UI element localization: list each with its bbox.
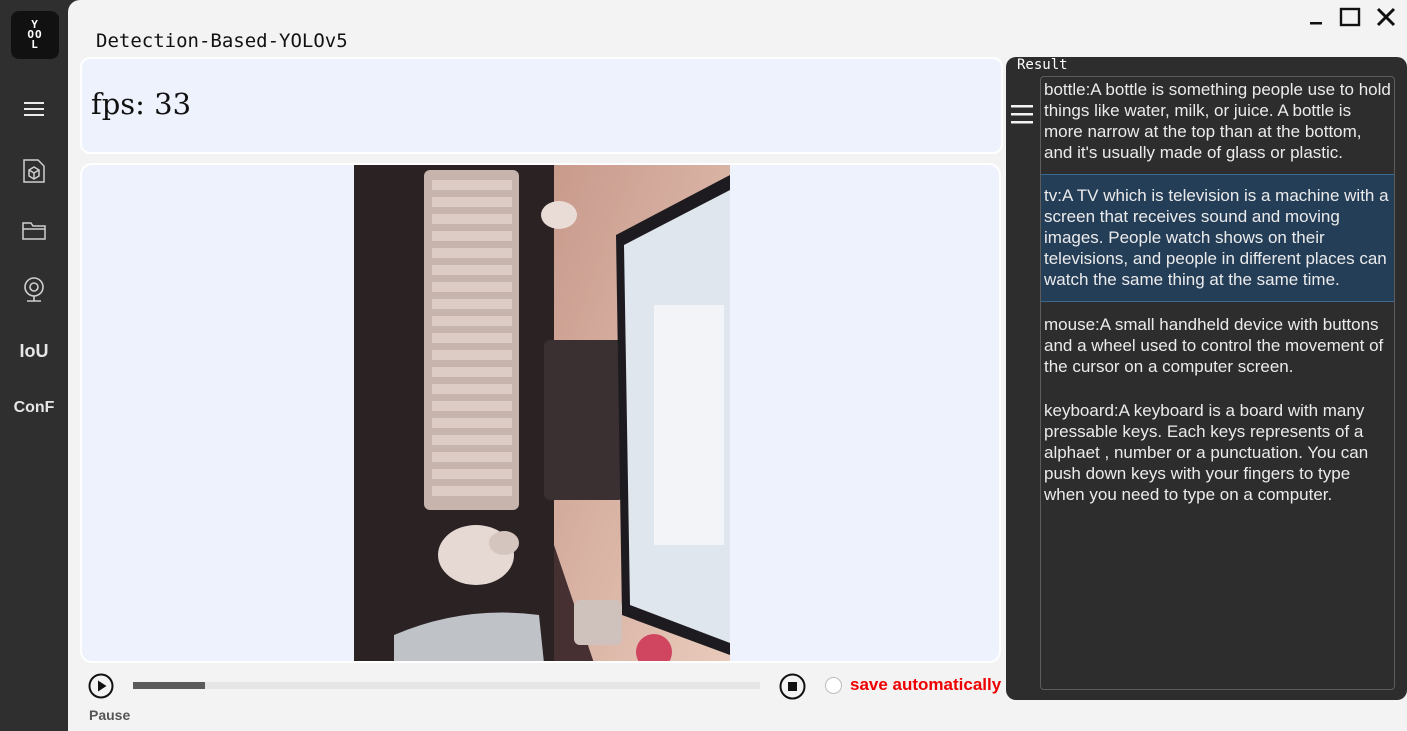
pause-label: Pause [89, 707, 131, 723]
logo-text: Y OO L [27, 18, 43, 51]
result-list[interactable]: bottle:A bottle is something people use … [1040, 76, 1395, 690]
result-item-tv[interactable]: tv:A TV which is television is a machine… [1041, 174, 1394, 302]
hamburger-icon [24, 102, 44, 116]
play-icon [88, 673, 114, 699]
sidebar-conf-button[interactable]: ConF [0, 388, 68, 428]
result-item-keyboard[interactable]: keyboard:A keyboard is a board with many… [1041, 388, 1394, 516]
fps-readout: fps: 33 [91, 87, 192, 121]
sidebar-camera-button[interactable] [0, 269, 68, 309]
result-panel: Result bottle:A bottle is something peop… [1006, 57, 1407, 700]
result-title: Result [1017, 57, 1068, 73]
cube-file-icon [23, 159, 45, 183]
video-panel [80, 163, 1001, 663]
minimize-icon [1310, 22, 1322, 25]
save-auto-radio[interactable] [825, 677, 842, 694]
stop-icon [779, 673, 806, 700]
iou-label: IoU [19, 340, 49, 361]
minimize-button[interactable] [1302, 5, 1330, 29]
progress-fill [133, 682, 206, 689]
sidebar-menu-button[interactable] [0, 89, 68, 129]
sidebar: Y OO L IoU ConF [0, 0, 68, 731]
result-item-mouse[interactable]: mouse:A small handheld device with butto… [1041, 302, 1394, 388]
save-auto-label[interactable]: save automatically [850, 675, 1001, 695]
camera-frame [354, 165, 730, 661]
close-icon [1376, 7, 1396, 27]
folder-icon [22, 222, 46, 240]
maximize-icon [1339, 7, 1361, 27]
progress-bar[interactable] [133, 682, 760, 689]
sidebar-folder-button[interactable] [0, 210, 68, 250]
close-button[interactable] [1372, 5, 1400, 29]
hamburger-icon [1011, 105, 1033, 124]
camera-frame-image [354, 165, 730, 661]
sidebar-model-button[interactable] [0, 151, 68, 191]
app-logo: Y OO L [11, 11, 59, 59]
window-title: Detection-Based-YOLOv5 [96, 30, 348, 52]
stop-button[interactable] [779, 673, 806, 700]
sidebar-iou-button[interactable]: IoU [0, 331, 68, 371]
result-menu-button[interactable] [1009, 102, 1035, 128]
webcam-icon [24, 277, 44, 302]
main-area: Detection-Based-YOLOv5 fps: 33 save auto… [68, 0, 1407, 731]
result-item-bottle[interactable]: bottle:A bottle is something people use … [1041, 77, 1394, 174]
play-button[interactable] [88, 673, 114, 699]
conf-label: ConF [13, 399, 55, 416]
fps-panel: fps: 33 [80, 57, 1003, 154]
maximize-button[interactable] [1336, 5, 1364, 29]
